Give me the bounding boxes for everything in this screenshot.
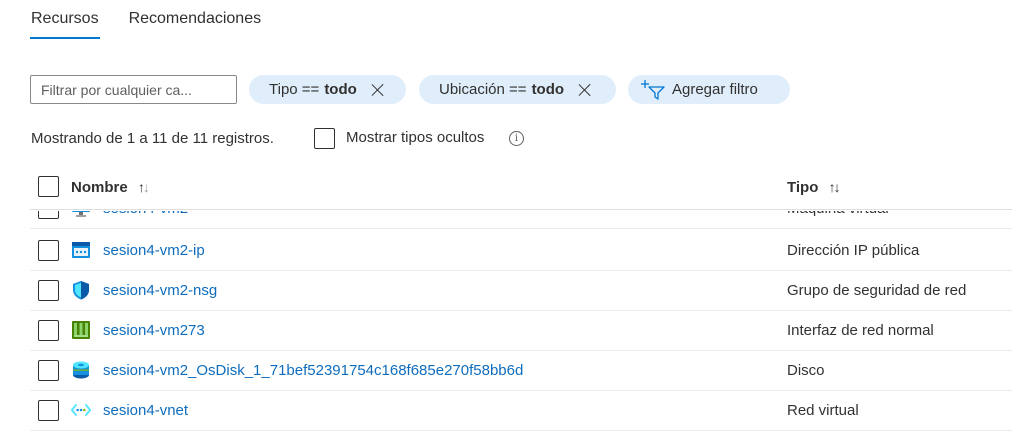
virtual-machine-icon (72, 211, 90, 217)
column-header-type-label: Tipo (787, 179, 819, 196)
tab-recomendaciones[interactable]: Recomendaciones (129, 10, 262, 42)
resource-name-link[interactable]: sesion4-vnet (103, 402, 188, 419)
filter-pill-value: todo (324, 81, 357, 98)
row-checkbox[interactable] (38, 400, 59, 421)
show-hidden-types-checkbox[interactable] (314, 128, 335, 149)
show-hidden-types-label: Mostrar tipos ocultos (346, 129, 485, 146)
filter-pill-location[interactable]: Ubicación == todo (419, 75, 616, 104)
resource-name-link[interactable]: sesion4-vm2 (103, 211, 188, 217)
resource-name-link[interactable]: sesion4-vm2-nsg (103, 282, 217, 299)
public-ip-icon (72, 242, 90, 258)
row-checkbox[interactable] (38, 240, 59, 261)
resource-type: Máquina virtual (787, 211, 889, 217)
resource-name-link[interactable]: sesion4-vm2-ip (103, 242, 205, 259)
column-header-name-label: Nombre (71, 179, 128, 196)
add-filter-label: Agregar filtro (672, 81, 758, 98)
resource-type: Interfaz de red normal (787, 322, 934, 339)
table-row[interactable]: sesion4-vm2-nsg Grupo de seguridad de re… (30, 271, 1012, 311)
tab-bar: Recursos Recomendaciones (30, 10, 291, 42)
select-all-checkbox[interactable] (38, 176, 59, 197)
filter-pill-key: Ubicación == (439, 81, 527, 98)
row-checkbox[interactable] (38, 280, 59, 301)
table-row[interactable]: sesion4-vm2-ip Dirección IP pública (30, 231, 1012, 271)
table-row[interactable]: sesion4-vnet Red virtual (30, 391, 1012, 431)
filter-input[interactable] (30, 75, 237, 104)
row-checkbox[interactable] (38, 360, 59, 381)
resource-name-link[interactable]: sesion4-vm2_OsDisk_1_71bef52391754c168f6… (103, 362, 523, 379)
table-body: sesion4-vm2 Máquina virtual sesion4-vm2-… (30, 211, 1012, 433)
virtual-network-icon (71, 404, 91, 416)
table-row[interactable]: sesion4-vm273 Interfaz de red normal (30, 311, 1012, 351)
network-security-group-icon (73, 281, 89, 300)
filter-pill-value: todo (531, 81, 565, 98)
row-checkbox[interactable] (38, 211, 59, 219)
resource-type: Grupo de seguridad de red (787, 282, 967, 299)
sort-icon[interactable]: ↑↓ (138, 179, 150, 195)
filter-pill-key: Tipo == (269, 81, 320, 98)
close-icon[interactable] (578, 83, 592, 97)
tab-recursos[interactable]: Recursos (30, 10, 100, 42)
sort-icon[interactable]: ↑↓ (829, 179, 841, 195)
filter-pill-type[interactable]: Tipo == todo (249, 75, 406, 104)
resource-name-link[interactable]: sesion4-vm273 (103, 322, 205, 339)
column-header-type[interactable]: Tipo ↑↓ (787, 179, 841, 196)
record-count: Mostrando de 1 a 11 de 11 registros. (31, 130, 274, 147)
close-icon[interactable] (371, 83, 385, 97)
disk-icon (73, 361, 89, 379)
row-checkbox[interactable] (38, 320, 59, 341)
table-header: Nombre ↑↓ Tipo ↑↓ (30, 168, 1012, 210)
resource-type: Disco (787, 362, 825, 379)
resource-type: Red virtual (787, 402, 859, 419)
table-row[interactable]: sesion4-vm2_OsDisk_1_71bef52391754c168f6… (30, 351, 1012, 391)
column-header-name[interactable]: Nombre ↑↓ (71, 179, 150, 196)
info-icon[interactable]: i (509, 131, 524, 146)
add-filter-button[interactable]: Agregar filtro (628, 75, 790, 104)
network-interface-icon (72, 321, 90, 339)
resource-type: Dirección IP pública (787, 242, 920, 259)
add-filter-icon (641, 79, 665, 100)
table-row[interactable]: sesion4-vm2 Máquina virtual (30, 211, 1012, 229)
